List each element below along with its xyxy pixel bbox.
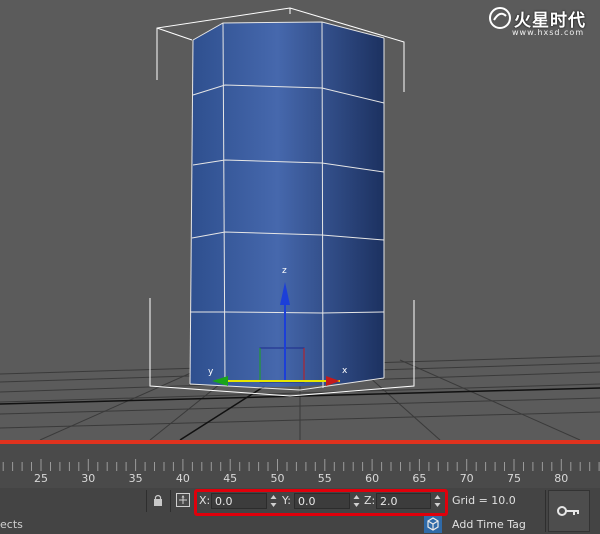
cylinder-mesh [190,22,384,387]
time-tag-icon[interactable] [424,515,442,533]
gizmo-z-axis-label: z [282,266,287,276]
track-tick-label: 30 [81,472,96,485]
track-tick-label: 75 [507,472,521,485]
add-time-tag-button[interactable]: Add Time Tag [452,518,526,531]
hxsd-logo-icon [489,7,511,29]
track-tick-label: 65 [412,472,427,485]
track-tick-label: 70 [459,472,474,485]
track-tick-label: 80 [554,472,569,485]
perspective-viewport[interactable]: z y x 火星时代 www.hxsd.com [0,0,600,440]
track-tick-label: 60 [365,472,380,485]
track-tick-label: 50 [270,472,285,485]
watermark: 火星时代 www.hxsd.com [488,6,588,40]
track-tick-label: 45 [223,472,238,485]
separator [170,490,171,512]
grid-size-readout: Grid = 10.0 [452,494,516,507]
separator [146,490,147,512]
coordinate-highlight-box [194,489,448,516]
track-tick-label: 35 [128,472,143,485]
status-row-prompt: ects Add Time Tag [0,514,600,534]
gizmo-x-axis-label: x [342,366,348,376]
track-ticks [2,459,600,471]
track-tick-label: 25 [34,472,48,485]
transform-mode-icon[interactable] [176,493,190,507]
track-tick-label: 40 [175,472,190,485]
prompt-line-text: ects [0,518,23,531]
track-bar[interactable]: 25 30 35 40 45 50 55 60 65 70 75 80 [0,444,600,489]
gizmo-y-axis-label: y [208,367,214,377]
track-tick-label: 55 [317,472,332,485]
lock-icon[interactable] [153,494,163,507]
viewport-scene [0,7,600,440]
watermark-url: www.hxsd.com [512,28,585,37]
